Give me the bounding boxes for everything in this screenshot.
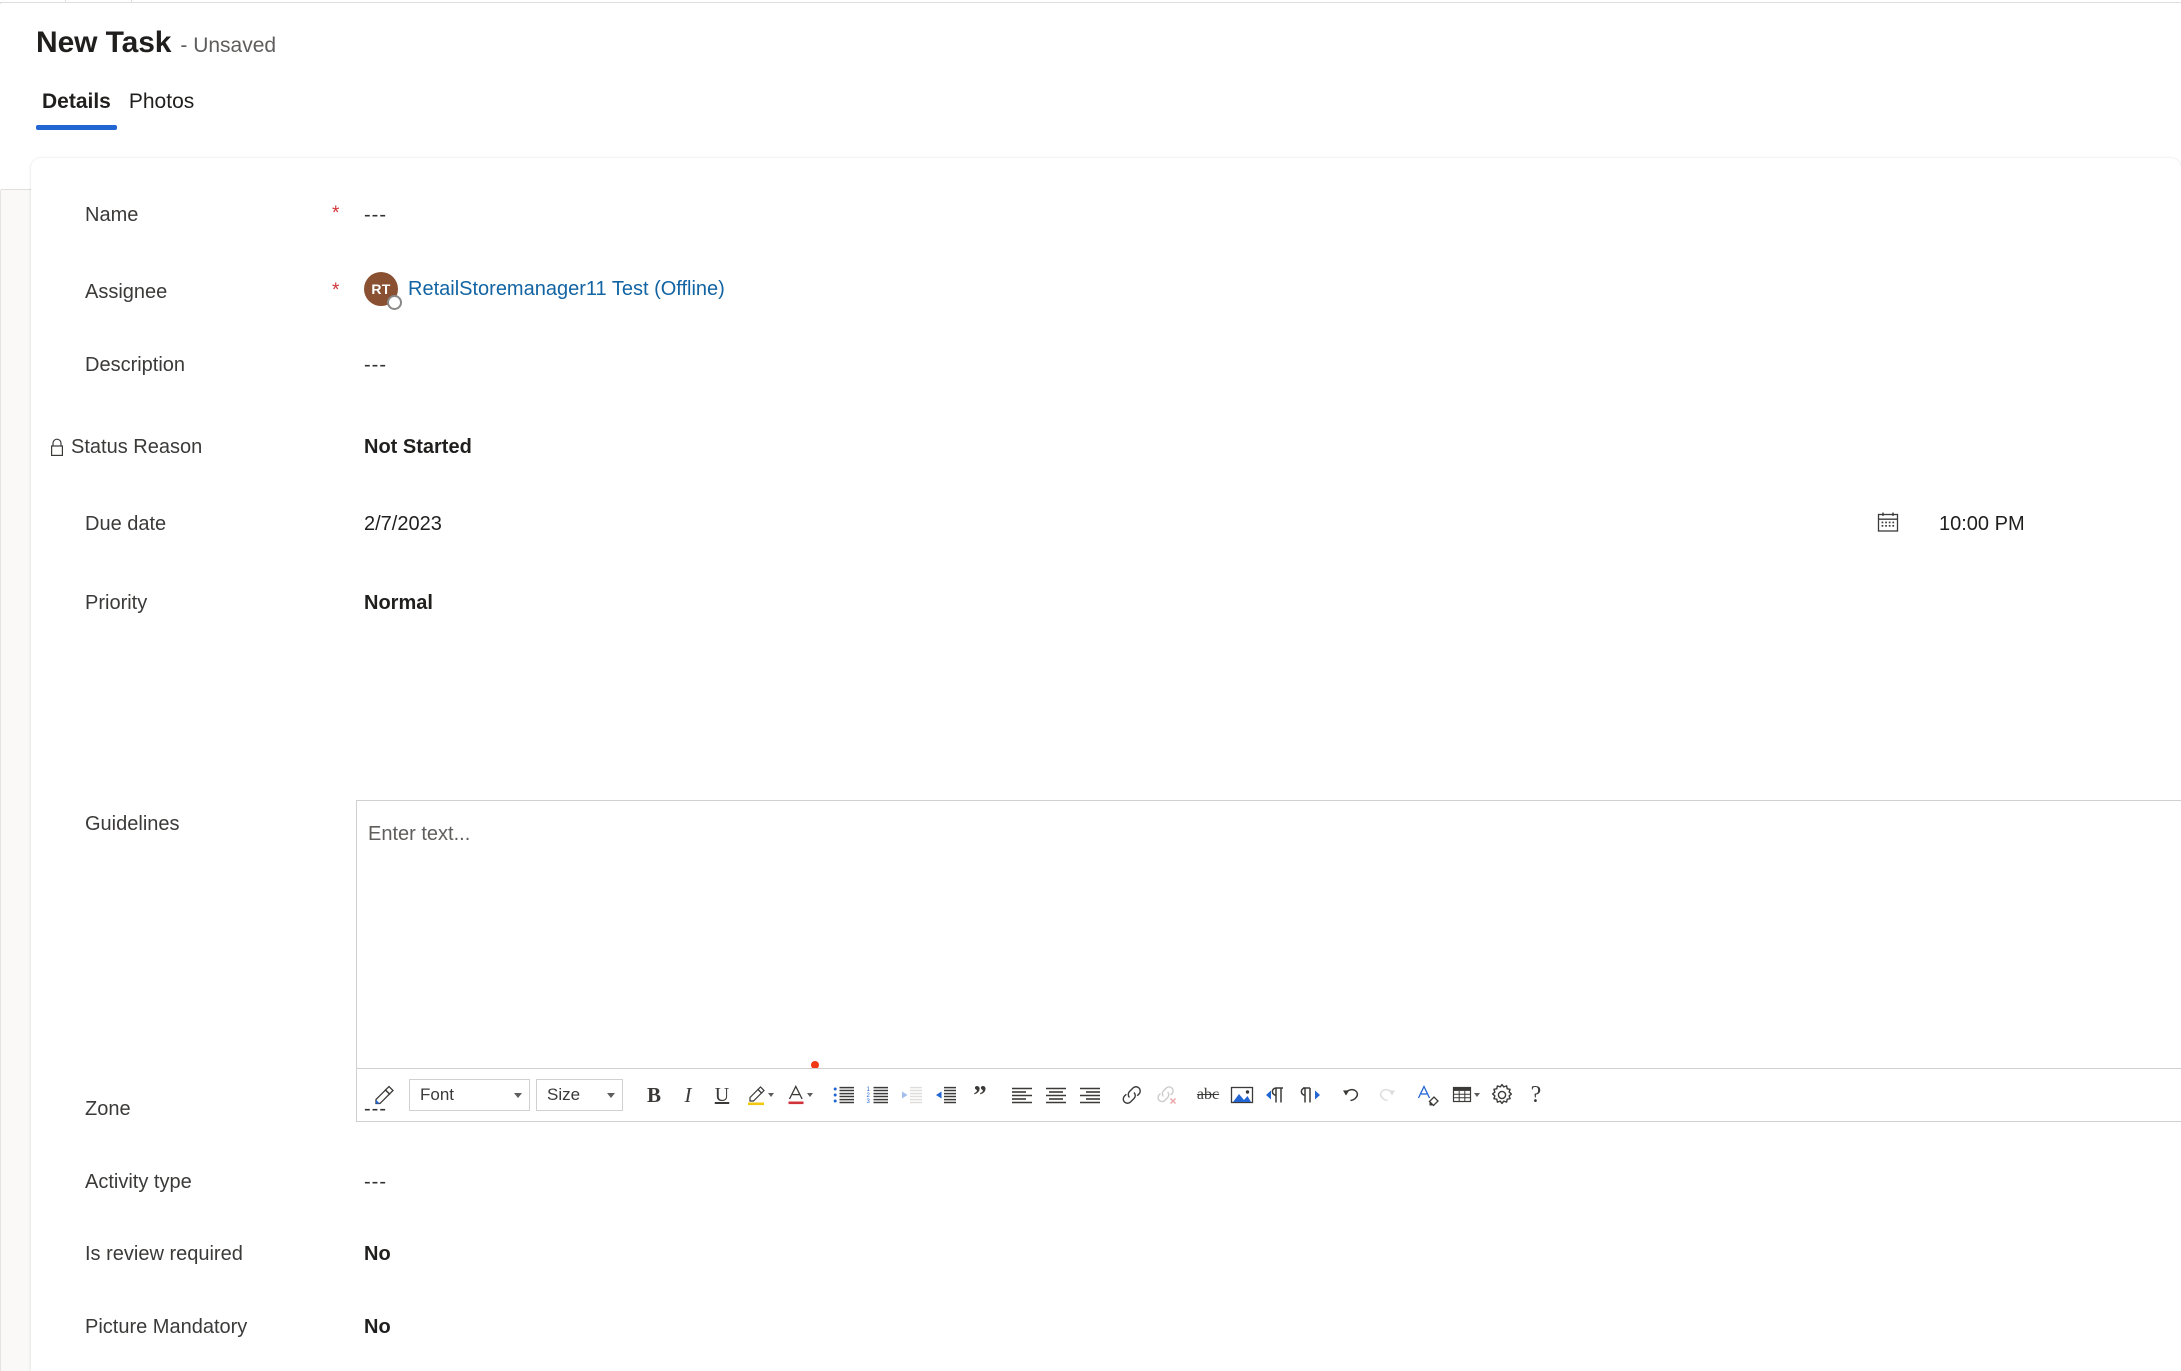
calendar-icon[interactable]: [1876, 510, 1900, 534]
field-value-due-time[interactable]: 10:00 PM: [1939, 513, 2025, 536]
remove-link-button[interactable]: [1149, 1077, 1183, 1113]
field-value-is-review-required[interactable]: No: [364, 1243, 391, 1266]
lock-icon: [49, 438, 65, 457]
blockquote-button[interactable]: ”: [963, 1077, 997, 1113]
clear-formatting-button[interactable]: [1411, 1077, 1445, 1113]
insert-link-button[interactable]: [1115, 1077, 1149, 1113]
chevron-down-icon: [1473, 1093, 1480, 1097]
insert-image-button[interactable]: [1225, 1077, 1259, 1113]
field-label-guidelines: Guidelines: [85, 813, 180, 835]
tab-details-label: Details: [42, 90, 111, 113]
field-label-is-review-required: Is review required: [85, 1243, 243, 1265]
italic-button[interactable]: I: [671, 1077, 705, 1113]
tab-photos-label: Photos: [128, 90, 195, 113]
field-value-description[interactable]: ---: [364, 354, 387, 377]
decrease-indent-button[interactable]: [895, 1077, 929, 1113]
strikethrough-icon: abc: [1196, 1086, 1220, 1103]
blockquote-icon: ”: [973, 1079, 987, 1110]
font-family-label: Font: [420, 1085, 455, 1104]
table-icon: [1451, 1083, 1473, 1108]
rich-text-toolbar: Font Size B I U 1 2 3 ” abc ?: [356, 1068, 2181, 1122]
field-label-assignee: Assignee: [85, 281, 168, 303]
chevron-down-icon: [514, 1092, 522, 1098]
assignee-link[interactable]: RetailStoremanager11 Test (Offline): [408, 278, 725, 301]
page-title: New Task: [36, 26, 172, 59]
font-color-button[interactable]: [779, 1077, 819, 1113]
title-row: New Task - Unsaved: [36, 26, 276, 60]
settings-gear-button[interactable]: [1485, 1077, 1519, 1113]
font-size-label: Size: [547, 1085, 581, 1104]
strikethrough-button[interactable]: abc: [1191, 1077, 1225, 1113]
window-chrome-strip: [0, 0, 2181, 3]
undo-button[interactable]: [1335, 1077, 1369, 1113]
tab-active-indicator: [36, 125, 117, 130]
task-form-card: Name * --- Assignee * RT RetailStoremana…: [31, 158, 2181, 1371]
guidelines-rich-text-editor: Enter text... Font Size B I U 1 2 3 ” ab…: [356, 800, 2181, 1122]
field-value-priority[interactable]: Normal: [364, 592, 433, 615]
required-indicator-assignee: *: [332, 280, 340, 301]
avatar-initials: RT: [371, 281, 391, 297]
unsaved-status-label: - Unsaved: [180, 34, 277, 57]
field-label-name: Name: [85, 204, 139, 226]
field-value-due-date[interactable]: 2/7/2023: [364, 513, 442, 536]
field-label-picture-mandatory: Picture Mandatory: [85, 1316, 248, 1338]
increase-indent-button[interactable]: [929, 1077, 963, 1113]
insert-table-button[interactable]: [1445, 1077, 1485, 1113]
align-right-button[interactable]: [1073, 1077, 1107, 1113]
field-label-status-reason-text: Status Reason: [71, 436, 203, 458]
numbered-list-button[interactable]: 123: [861, 1077, 895, 1113]
chevron-down-icon: [767, 1093, 774, 1097]
underline-button[interactable]: U: [705, 1077, 739, 1113]
tab-bar: Details Photos: [36, 90, 200, 130]
highlight-icon: [745, 1082, 767, 1109]
field-value-name[interactable]: ---: [364, 204, 387, 227]
field-value-picture-mandatory[interactable]: No: [364, 1316, 391, 1339]
rich-text-input[interactable]: Enter text...: [356, 800, 2181, 1069]
field-value-status-reason: Not Started: [364, 436, 472, 458]
bulleted-list-button[interactable]: [827, 1077, 861, 1113]
chrome-divider: [131, 0, 132, 3]
required-indicator-name: *: [332, 203, 340, 224]
avatar: RT: [364, 272, 402, 310]
font-color-icon: [786, 1082, 806, 1109]
presence-offline-icon: [387, 295, 402, 310]
svg-text:3: 3: [867, 1099, 871, 1105]
field-label-activity-type: Activity type: [85, 1171, 192, 1193]
field-label-zone: Zone: [85, 1098, 131, 1120]
field-label-description: Description: [85, 354, 186, 376]
chevron-down-icon: [607, 1092, 615, 1098]
chrome-divider: [65, 0, 66, 3]
font-size-select[interactable]: Size: [536, 1079, 623, 1111]
assignee-chip[interactable]: RT RetailStoremanager11 Test (Offline): [364, 272, 725, 310]
bold-button[interactable]: B: [637, 1077, 671, 1113]
tab-photos[interactable]: Photos: [123, 90, 200, 130]
field-label-status-reason: Status Reason: [49, 436, 202, 459]
field-value-activity-type[interactable]: ---: [364, 1171, 387, 1194]
left-to-right-button[interactable]: [1259, 1077, 1293, 1113]
question-mark-icon: ?: [1530, 1081, 1542, 1108]
right-to-left-button[interactable]: [1293, 1077, 1327, 1113]
field-label-due-date: Due date: [85, 513, 167, 535]
font-family-select[interactable]: Font: [409, 1079, 530, 1111]
chevron-down-icon: [806, 1093, 813, 1097]
tab-details[interactable]: Details: [36, 90, 117, 130]
underline-icon: U: [714, 1083, 730, 1106]
align-left-button[interactable]: [1005, 1077, 1039, 1113]
field-value-zone[interactable]: ---: [364, 1098, 387, 1121]
redo-button[interactable]: [1369, 1077, 1403, 1113]
italic-icon: I: [684, 1082, 692, 1107]
align-center-button[interactable]: [1039, 1077, 1073, 1113]
help-button[interactable]: ?: [1519, 1077, 1553, 1113]
highlight-color-button[interactable]: [739, 1077, 779, 1113]
bold-icon: B: [646, 1082, 661, 1107]
field-label-priority: Priority: [85, 592, 148, 614]
rich-text-placeholder: Enter text...: [368, 823, 471, 845]
